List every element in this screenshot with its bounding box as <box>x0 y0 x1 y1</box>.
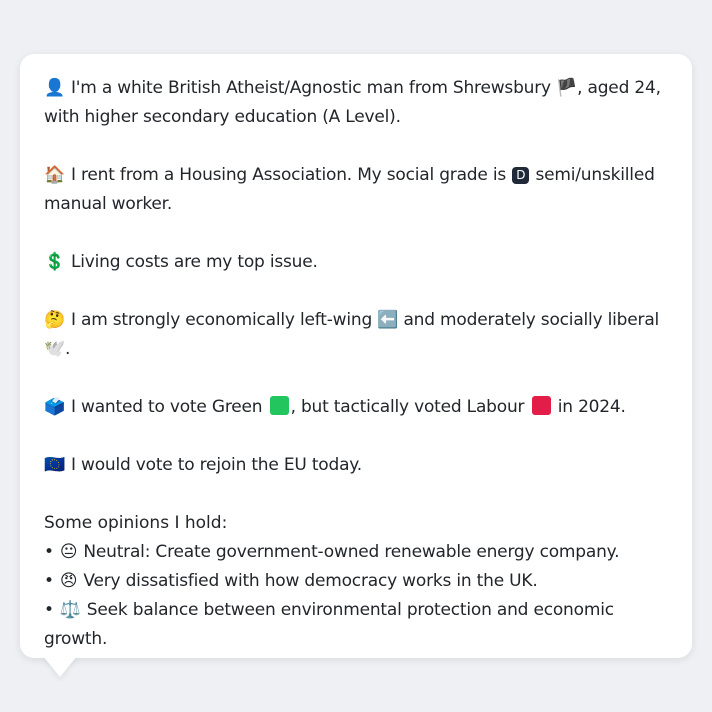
balance-scale-icon: ⚖️ <box>59 600 81 620</box>
ideology-text-b: and moderately socially liberal <box>403 310 660 330</box>
social-grade-badge: D <box>512 167 530 184</box>
opinion-text: Neutral: Create government-owned renewab… <box>83 542 620 562</box>
opinion-item: • ⚖️ Seek balance between environmental pr… <box>44 596 668 654</box>
opinions-list: • 😐 Neutral: Create government-owned renew… <box>44 538 668 654</box>
issue-text: Living costs are my top issue. <box>70 252 318 272</box>
house-icon: 🏠 <box>44 165 65 185</box>
red-square-icon <box>531 396 551 415</box>
chat-bubble: 👤 I'm a white British Atheist/Agnostic ma… <box>20 54 692 658</box>
vote-text-a: I wanted to vote Green <box>70 397 263 417</box>
vote-text-b: , but tactically voted Labour <box>290 397 525 417</box>
housing-paragraph: 🏠 I rent from a Housing Association. My s… <box>44 161 668 219</box>
bubble-tail <box>42 655 78 677</box>
left-arrow-icon: ⬅️ <box>377 310 399 330</box>
bullet: • <box>44 571 54 591</box>
opinion-item: • 😠 Very dissatisfied with how democracy w… <box>44 567 668 596</box>
green-square-icon <box>269 396 289 415</box>
england-flag-icon: 🏴 <box>556 78 578 98</box>
opinion-item: • 😐 Neutral: Create government-owned renew… <box>44 538 668 567</box>
intro-paragraph: 👤 I'm a white British Atheist/Agnostic ma… <box>44 74 668 132</box>
eu-paragraph: 🇪🇺 I would vote to rejoin the EU today. <box>44 451 668 480</box>
bullet: • <box>44 542 54 562</box>
ideology-text-c: . <box>64 339 71 359</box>
neutral-face-icon: 😐 <box>59 542 78 562</box>
eu-flag-icon: 🇪🇺 <box>44 455 65 475</box>
person-icon: 👤 <box>44 78 65 98</box>
bullet: • <box>44 600 54 620</box>
vote-text-c: in 2024. <box>557 397 626 417</box>
eu-text: I would vote to rejoin the EU today. <box>70 455 362 475</box>
opinion-text: Seek balance between environmental prote… <box>44 600 614 649</box>
issue-paragraph: 💲 Living costs are my top issue. <box>44 248 668 277</box>
thinking-face-icon: 🤔 <box>44 310 65 330</box>
dollar-icon: 💲 <box>44 252 65 272</box>
opinion-text: Very dissatisfied with how democracy wor… <box>83 571 538 591</box>
opinions-title: Some opinions I hold: <box>44 513 228 533</box>
housing-text-a: I rent from a Housing Association. My so… <box>70 165 507 185</box>
intro-text-a: I'm a white British Atheist/Agnostic man… <box>70 78 551 98</box>
ideology-text-a: I am strongly economically left-wing <box>70 310 373 330</box>
ideology-paragraph: 🤔 I am strongly economically left-wing ⬅️… <box>44 306 668 364</box>
angry-face-icon: 😠 <box>59 571 78 591</box>
dove-icon: 🕊️ <box>44 339 65 359</box>
ballot-box-icon: 🗳️ <box>44 397 65 417</box>
vote-paragraph: 🗳️ I wanted to vote Green , but tacticall… <box>44 393 668 422</box>
